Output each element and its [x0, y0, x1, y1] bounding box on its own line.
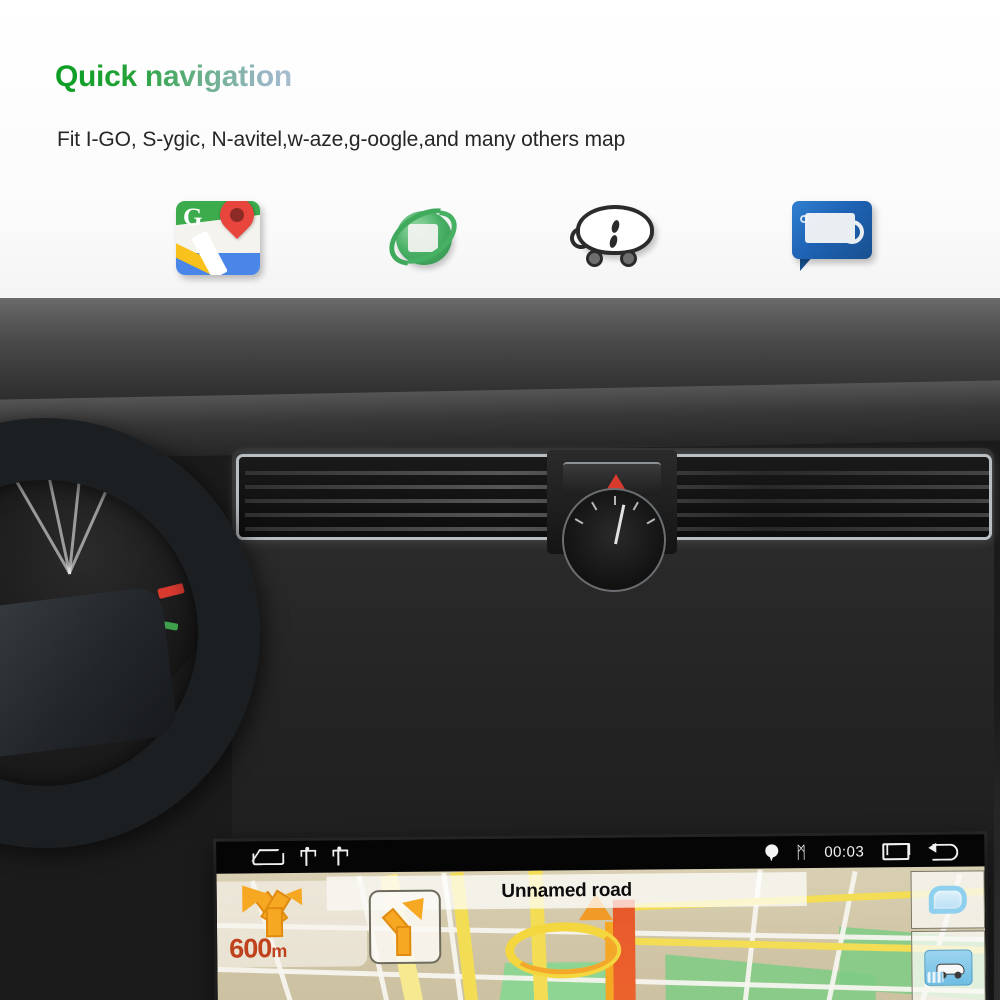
analog-clock — [562, 488, 666, 592]
home-icon[interactable] — [252, 850, 280, 865]
app-icon-google-maps[interactable]: G — [166, 193, 274, 285]
waze-icon — [567, 205, 660, 271]
car-settings-icon — [924, 949, 973, 986]
app-icon-sygic-globe[interactable] — [370, 193, 478, 285]
3d-view-icon — [928, 885, 967, 914]
current-road-name: Unnamed road — [501, 879, 633, 902]
status-bar-clock: 00:03 — [824, 842, 865, 861]
gmaps-g-letter: G — [183, 204, 203, 231]
waze-wheel — [620, 250, 637, 267]
view-2d-3d-toggle-button[interactable] — [910, 870, 986, 930]
turn-right-stem — [396, 925, 412, 956]
clock-tick — [646, 518, 656, 525]
car-interior-photo: 60 80 A/C 0 1 2 — [0, 298, 1000, 1000]
waze-wheel — [586, 250, 603, 267]
app-icon-navitel-bubble[interactable] — [778, 193, 886, 285]
page-title: Quick navigation — [55, 60, 292, 93]
fork-left-arrow-icon — [229, 876, 317, 938]
steering-wheel-spoke — [0, 585, 179, 761]
maneuver-panel: 600m — [216, 876, 368, 968]
app-icon-waze[interactable] — [560, 193, 668, 285]
promo-header: Quick navigation Fit I-GO, S-ygic, N-avi… — [0, 0, 1000, 300]
clock-tick — [591, 501, 598, 511]
blue-bubble-icon — [792, 201, 876, 279]
clock-hand — [614, 504, 626, 545]
head-unit-screen[interactable]: ᛗ 00:03 Unnamed road 600m — [216, 834, 988, 1000]
page-subtitle: Fit I-GO, S-ygic, N-avitel,w-aze,g-oogle… — [57, 128, 626, 151]
maneuver-distance: 600m — [229, 933, 286, 965]
car-wheel — [954, 971, 962, 979]
bubble-inner-shape — [805, 213, 864, 244]
green-globe-icon — [379, 196, 469, 278]
google-maps-icon: G — [176, 201, 260, 275]
back-arrow-icon[interactable] — [928, 842, 958, 860]
car-grid-overlay — [927, 971, 944, 983]
maneuver-distance-unit: m — [271, 941, 287, 962]
clock-tick — [574, 518, 584, 525]
usb-icon — [300, 846, 312, 865]
clock-tick — [632, 501, 639, 511]
recents-icon[interactable] — [882, 843, 910, 860]
turn-right-arrowhead — [402, 889, 434, 921]
usb-icon — [332, 845, 344, 865]
navigation-map[interactable]: andorid Unnamed road — [216, 866, 988, 1000]
bubble-body — [792, 201, 872, 259]
bluetooth-icon: ᛗ — [795, 842, 807, 862]
hazard-triangle-icon — [607, 474, 625, 489]
secondary-maneuver-box — [368, 889, 442, 965]
maneuver-distance-value: 600 — [229, 933, 272, 964]
vehicle-settings-button[interactable] — [911, 930, 986, 1000]
location-pin-icon — [765, 844, 778, 861]
clock-tick — [614, 496, 616, 505]
